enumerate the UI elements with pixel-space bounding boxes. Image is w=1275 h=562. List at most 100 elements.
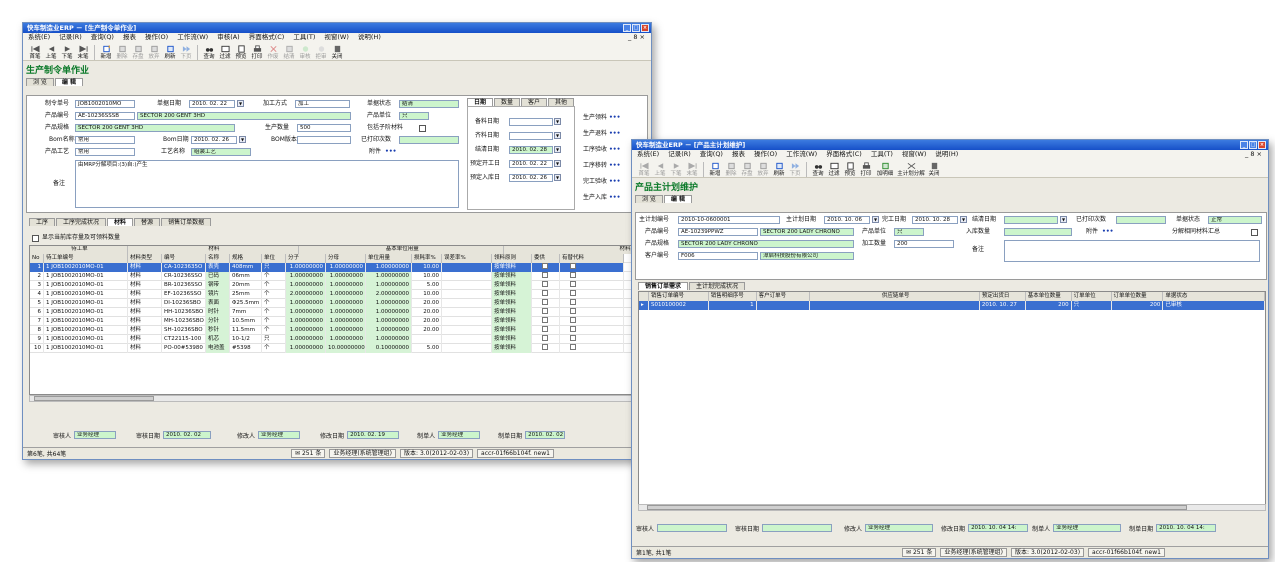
doc-date-field[interactable]: 2010. 02. 22 xyxy=(189,100,235,108)
product-code-field[interactable]: AE-10236SSSB xyxy=(75,112,135,120)
close-icon[interactable]: × xyxy=(641,24,649,32)
production-qty-field[interactable]: 500 xyxy=(297,124,351,132)
chevron-down-icon[interactable]: ▼ xyxy=(1060,216,1067,223)
consigned-checkbox[interactable] xyxy=(542,335,548,341)
horizontal-scrollbar[interactable] xyxy=(29,395,649,402)
plan-explode-button[interactable]: 主计划分解 xyxy=(896,162,926,177)
menu-window[interactable]: 视窗(W) xyxy=(902,150,927,159)
next-page-button[interactable]: 下页 xyxy=(178,45,194,60)
memo-field[interactable] xyxy=(1004,240,1260,262)
settle-button[interactable]: 结清 xyxy=(281,45,297,60)
col-loss-rate[interactable]: 损耗率% xyxy=(412,253,442,263)
link-production-stock-in[interactable]: 生产入库 ••• xyxy=(583,194,620,202)
tab-browse[interactable]: 浏 览 xyxy=(26,78,54,86)
has-substitute-checkbox[interactable] xyxy=(570,317,576,323)
save-button[interactable]: 存盘 xyxy=(130,45,146,60)
menu-workflow[interactable]: 工作流(W) xyxy=(177,33,208,42)
chevron-down-icon[interactable]: ▼ xyxy=(554,174,561,181)
next-button[interactable]: 下笔 xyxy=(59,45,75,60)
tab-materials[interactable]: 材料 xyxy=(107,218,134,226)
preview-button[interactable]: 预览 xyxy=(233,45,249,60)
consigned-checkbox[interactable] xyxy=(542,317,548,323)
menu-report[interactable]: 报表 xyxy=(732,150,745,159)
menu-query[interactable]: 查询(Q) xyxy=(700,150,723,159)
last-button[interactable]: 末笔 xyxy=(684,162,700,177)
consigned-checkbox[interactable] xyxy=(542,299,548,305)
col-sales-order-no[interactable]: 销售订单编号 xyxy=(648,292,709,301)
bom-version-field[interactable] xyxy=(297,136,351,144)
chevron-down-icon[interactable]: ▼ xyxy=(239,136,246,143)
has-substitute-checkbox[interactable] xyxy=(570,281,576,287)
has-substitute-checkbox[interactable] xyxy=(570,335,576,341)
col-order-unit-qty[interactable]: 订单单位数量 xyxy=(1111,292,1164,301)
tab-process-status[interactable]: 工序完成状况 xyxy=(56,218,107,226)
cell-consigned[interactable] xyxy=(532,334,560,344)
col-order-unit[interactable]: 订单单位 xyxy=(1071,292,1112,301)
delete-button[interactable]: 删除 xyxy=(723,162,739,177)
cell-consigned[interactable] xyxy=(532,316,560,326)
col-customer-order-no[interactable]: 客户订单号 xyxy=(756,292,811,301)
menu-operation[interactable]: 操作(O) xyxy=(145,33,168,42)
process-qty-field[interactable]: 200 xyxy=(894,240,954,248)
tab-browse[interactable]: 浏 览 xyxy=(635,195,663,203)
link-material-issue[interactable]: 生产领料 ••• xyxy=(583,114,620,122)
consigned-checkbox[interactable] xyxy=(542,281,548,287)
cell-has-substitute[interactable] xyxy=(560,271,624,281)
menu-tools[interactable]: 工具(T) xyxy=(871,150,893,159)
tab-other[interactable]: 其他 xyxy=(548,98,575,106)
consigned-checkbox[interactable] xyxy=(542,290,548,296)
horizontal-scrollbar[interactable] xyxy=(638,504,1266,511)
col-code[interactable]: 编号 xyxy=(162,253,206,263)
menu-format[interactable]: 界面格式(C) xyxy=(826,150,862,159)
link-completion-acceptance[interactable]: 完工验收 ••• xyxy=(583,178,620,186)
col-denominator[interactable]: 分母 xyxy=(326,253,366,263)
chevron-down-icon[interactable]: ▼ xyxy=(237,100,244,107)
attachment-button[interactable]: ••• xyxy=(1102,228,1114,236)
tab-substitutes[interactable]: 替源 xyxy=(134,218,161,226)
menu-system[interactable]: 系统(E) xyxy=(28,33,50,42)
attachment-button[interactable]: ••• xyxy=(385,148,397,156)
chevron-down-icon[interactable]: ▼ xyxy=(960,216,967,223)
product-code-field[interactable]: AE-10239PPWZ xyxy=(678,228,758,236)
last-button[interactable]: 末笔 xyxy=(75,45,91,60)
reject-button[interactable]: 拒审 xyxy=(313,45,329,60)
prep-date-field[interactable] xyxy=(509,118,553,126)
chevron-down-icon[interactable]: ▼ xyxy=(554,118,561,125)
col-pending-order-no[interactable]: 待工单编号 xyxy=(44,253,128,263)
col-no[interactable]: No xyxy=(30,253,44,263)
mdi-controls[interactable]: _ 8 × xyxy=(628,33,645,42)
new-button[interactable]: 新增 xyxy=(98,45,114,60)
col-sales-line-no[interactable]: 销售明细序号 xyxy=(708,292,757,301)
col-material-type[interactable]: 材料类型 xyxy=(128,253,162,263)
refresh-button[interactable]: 刷新 xyxy=(162,45,178,60)
minimize-icon[interactable]: _ xyxy=(623,24,631,32)
plan-no-field[interactable]: 2010-10-0600001 xyxy=(678,216,780,224)
cell-consigned[interactable] xyxy=(532,289,560,299)
filter-button[interactable]: 过滤 xyxy=(826,162,842,177)
discard-button[interactable]: 放弃 xyxy=(146,45,162,60)
planned-start-field[interactable]: 2010. 02. 22 xyxy=(509,160,553,168)
cell-has-substitute[interactable] xyxy=(560,334,624,344)
preview-button[interactable]: 预览 xyxy=(842,162,858,177)
menu-system[interactable]: 系统(E) xyxy=(637,150,659,159)
col-has-substitute[interactable]: 有替代料 xyxy=(560,253,624,263)
include-sub-materials-checkbox[interactable] xyxy=(419,125,426,132)
next-button[interactable]: 下笔 xyxy=(668,162,684,177)
has-substitute-checkbox[interactable] xyxy=(570,263,576,269)
bom-date-field[interactable]: 2010. 02. 26 xyxy=(191,136,237,144)
tab-edit[interactable]: 编 辑 xyxy=(54,78,84,86)
close-button[interactable]: 关闭 xyxy=(329,45,345,60)
col-unit[interactable]: 单位 xyxy=(262,253,286,263)
show-stock-checkbox[interactable] xyxy=(32,235,39,242)
maximize-icon[interactable]: □ xyxy=(1249,141,1257,149)
cell-has-substitute[interactable] xyxy=(560,262,624,272)
tab-processes[interactable]: 工序 xyxy=(29,218,56,226)
col-error-rate[interactable]: 误差率% xyxy=(442,253,492,263)
has-substitute-checkbox[interactable] xyxy=(570,299,576,305)
consigned-checkbox[interactable] xyxy=(542,263,548,269)
menu-query[interactable]: 查询(Q) xyxy=(91,33,114,42)
menu-audit[interactable]: 审核(A) xyxy=(217,33,240,42)
delete-button[interactable]: 删除 xyxy=(114,45,130,60)
has-substitute-checkbox[interactable] xyxy=(570,326,576,332)
consigned-checkbox[interactable] xyxy=(542,308,548,314)
